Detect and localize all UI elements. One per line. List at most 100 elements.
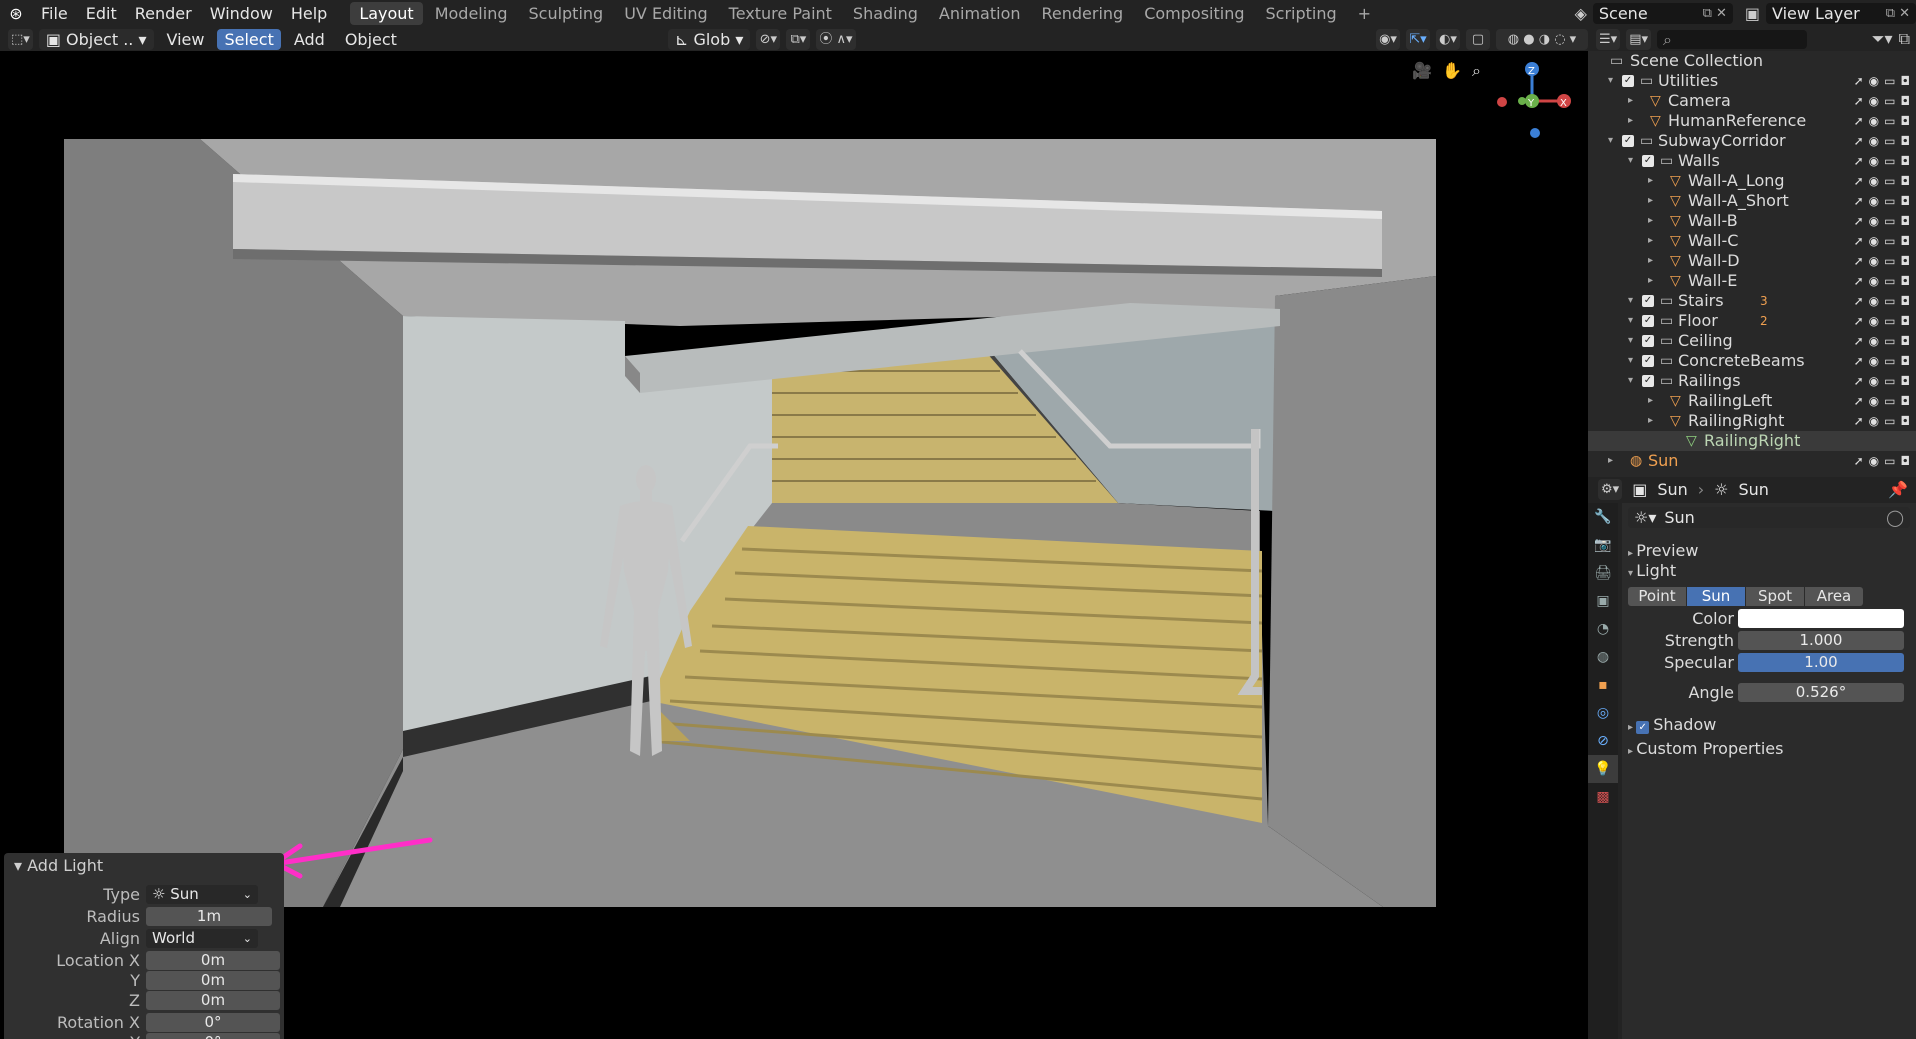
select-toggle-icon[interactable]: ➚ [1854, 351, 1864, 371]
viewport-toggle-icon[interactable]: ▭ [1884, 191, 1895, 211]
select-toggle-icon[interactable]: ➚ [1854, 231, 1864, 251]
select-toggle-icon[interactable]: ➚ [1854, 451, 1864, 471]
exclude-checkbox[interactable]: ✓ [1642, 295, 1654, 307]
visibility-icon[interactable]: ◉▾ [1376, 28, 1400, 50]
tab-animation[interactable]: Animation [930, 2, 1030, 25]
visibility-eye-icon[interactable]: ◉ [1869, 371, 1879, 391]
select-toggle-icon[interactable]: ➚ [1854, 191, 1864, 211]
tab-shading[interactable]: Shading [844, 2, 927, 25]
light-type-point[interactable]: Point [1628, 587, 1686, 606]
outliner-row-sun[interactable]: ▸ ◍ Sun ➚ ◉ ▭ ◘ [1588, 451, 1916, 471]
visibility-eye-icon[interactable]: ◉ [1869, 71, 1879, 91]
render-camera-icon[interactable]: ◘ [1901, 351, 1911, 371]
exclude-checkbox[interactable]: ✓ [1642, 355, 1654, 367]
align-dropdown[interactable]: World ⌄ [146, 929, 258, 948]
disclosure-triangle-icon[interactable]: ▾ [1628, 371, 1633, 391]
visibility-eye-icon[interactable]: ◉ [1869, 231, 1879, 251]
viewport-toggle-icon[interactable]: ▭ [1884, 131, 1895, 151]
select-toggle-icon[interactable]: ➚ [1854, 131, 1864, 151]
add-light-panel[interactable]: ▾ Add Light Type ☼ Sun ⌄ Radius 1m Align … [4, 853, 284, 1039]
select-toggle-icon[interactable]: ➚ [1854, 331, 1864, 351]
light-panel-header[interactable]: ▾ Light [1628, 561, 1676, 580]
scene-collection-row[interactable]: ▭ Scene Collection [1588, 51, 1916, 71]
select-toggle-icon[interactable]: ➚ [1854, 311, 1864, 331]
visibility-eye-icon[interactable]: ◉ [1869, 411, 1879, 431]
render-camera-icon[interactable]: ◘ [1901, 211, 1911, 231]
viewport-toggle-icon[interactable]: ▭ [1884, 411, 1895, 431]
outliner-row-wall-b[interactable]: ▸ ▽ Wall-B ➚ ◉ ▭ ◘ [1588, 211, 1916, 231]
menu-window[interactable]: Window [201, 0, 282, 27]
visibility-eye-icon[interactable]: ◉ [1869, 151, 1879, 171]
outliner-row-railingright[interactable]: ▽ RailingRight [1588, 431, 1916, 451]
exclude-checkbox[interactable]: ✓ [1642, 315, 1654, 327]
pin-icon[interactable]: 📌 [1888, 480, 1908, 499]
shadow-panel-header[interactable]: ▸ ✓ Shadow [1628, 715, 1716, 734]
gizmo-icon[interactable]: ⇱▾ [1406, 28, 1430, 50]
snap-icon[interactable]: ⧉▾ [786, 28, 811, 50]
disclosure-triangle-icon[interactable]: ▸ [1648, 231, 1653, 251]
disclosure-triangle-icon[interactable]: ▸ [1648, 251, 1653, 271]
disclosure-triangle-icon[interactable]: ▸ [1608, 451, 1613, 471]
viewport-toggle-icon[interactable]: ▭ [1884, 291, 1895, 311]
duplicate-view-layer-icon[interactable]: ⧉ ✕ [1886, 3, 1910, 24]
disclosure-triangle-icon[interactable]: ▾ [1628, 351, 1633, 371]
menu-edit[interactable]: Edit [77, 0, 126, 27]
render-tab-icon[interactable]: 📷 [1588, 531, 1618, 559]
select-toggle-icon[interactable]: ➚ [1854, 391, 1864, 411]
filter-icon[interactable]: ⏷▾ [1872, 29, 1893, 49]
color-swatch[interactable] [1738, 609, 1904, 628]
outliner-row-wall-c[interactable]: ▸ ▽ Wall-C ➚ ◉ ▭ ◘ [1588, 231, 1916, 251]
disclosure-triangle-icon[interactable]: ▸ [1628, 111, 1633, 131]
render-camera-icon[interactable]: ◘ [1901, 171, 1911, 191]
select-toggle-icon[interactable]: ➚ [1854, 211, 1864, 231]
outliner-row-utilities[interactable]: ▾ ✓ ▭ Utilities ➚ ◉ ▭ ◘ [1588, 71, 1916, 91]
tool-tab-icon[interactable]: 🔧 [1588, 503, 1618, 531]
render-camera-icon[interactable]: ◘ [1901, 71, 1911, 91]
select-toggle-icon[interactable]: ➚ [1854, 411, 1864, 431]
outliner-row-stairs[interactable]: ▾ ✓ ▭ Stairs 3 ➚ ◉ ▭ ◘ [1588, 291, 1916, 311]
rotation-x-field[interactable]: 0° [146, 1013, 280, 1032]
menu-view[interactable]: View [160, 29, 212, 50]
texture-tab-icon[interactable]: ▩ [1588, 783, 1618, 811]
view-layer-tab-icon[interactable]: ▣ [1588, 587, 1618, 615]
scene-selector[interactable]: Scene ⧉ ✕ [1592, 3, 1733, 24]
rotation-y-field[interactable]: 0° [146, 1033, 280, 1039]
menu-file[interactable]: File [32, 0, 77, 27]
render-camera-icon[interactable]: ◘ [1901, 271, 1911, 291]
visibility-eye-icon[interactable]: ◉ [1869, 191, 1879, 211]
blender-logo-icon[interactable]: ⊛ [0, 4, 32, 23]
tab-compositing[interactable]: Compositing [1135, 2, 1253, 25]
render-camera-icon[interactable]: ◘ [1901, 191, 1911, 211]
select-toggle-icon[interactable]: ➚ [1854, 371, 1864, 391]
render-camera-icon[interactable]: ◘ [1901, 91, 1911, 111]
tab-sculpting[interactable]: Sculpting [519, 2, 612, 25]
outliner-row-subwaycorridor[interactable]: ▾ ✓ ▭ SubwayCorridor ➚ ◉ ▭ ◘ [1588, 131, 1916, 151]
viewport-toggle-icon[interactable]: ▭ [1884, 311, 1895, 331]
tab-uv-editing[interactable]: UV Editing [615, 2, 716, 25]
breadcrumb-data[interactable]: Sun [1739, 480, 1769, 499]
editor-type-icon[interactable]: ⬚▾ [8, 28, 33, 50]
viewport-toggle-icon[interactable]: ▭ [1884, 211, 1895, 231]
proportional-edit-icon[interactable]: ⦿ ∧▾ [816, 28, 856, 50]
viewport-toggle-icon[interactable]: ▭ [1884, 251, 1895, 271]
render-camera-icon[interactable]: ◘ [1901, 311, 1911, 331]
disclosure-triangle-icon[interactable]: ▾ [1628, 291, 1633, 311]
outliner-row-railingright[interactable]: ▸ ▽ RailingRight ➚ ◉ ▭ ◘ [1588, 411, 1916, 431]
add-workspace-button[interactable]: + [1349, 2, 1380, 25]
render-camera-icon[interactable]: ◘ [1901, 251, 1911, 271]
angle-field[interactable]: 0.526° [1738, 683, 1904, 702]
display-mode-icon[interactable]: ▤▾ [1626, 28, 1651, 50]
visibility-eye-icon[interactable]: ◉ [1869, 171, 1879, 191]
disclosure-triangle-icon[interactable]: ▾ [1628, 151, 1633, 171]
outliner-row-wall-a-long[interactable]: ▸ ▽ Wall-A_Long ➚ ◉ ▭ ◘ [1588, 171, 1916, 191]
custom-properties-panel-header[interactable]: ▸ Custom Properties [1628, 739, 1783, 758]
visibility-eye-icon[interactable]: ◉ [1869, 91, 1879, 111]
exclude-checkbox[interactable]: ✓ [1642, 375, 1654, 387]
disclosure-triangle-icon[interactable]: ▾ [1628, 311, 1633, 331]
pivot-point-icon[interactable]: ⊘▾ [756, 28, 781, 50]
viewport-toggle-icon[interactable]: ▭ [1884, 171, 1895, 191]
object-tab-icon[interactable]: ▪ [1588, 671, 1618, 699]
viewport-toggle-icon[interactable]: ▭ [1884, 331, 1895, 351]
visibility-eye-icon[interactable]: ◉ [1869, 451, 1879, 471]
select-toggle-icon[interactable]: ➚ [1854, 111, 1864, 131]
